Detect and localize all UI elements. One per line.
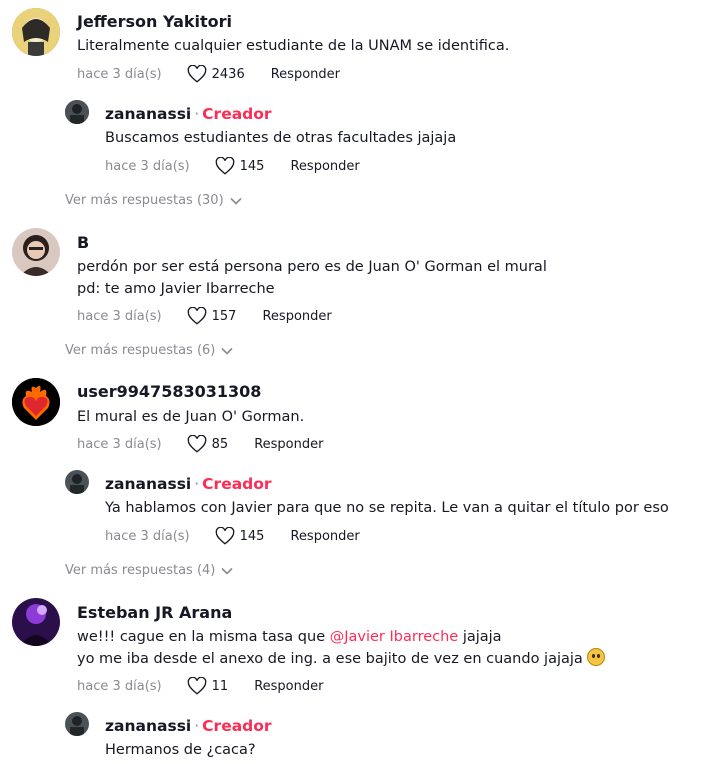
comment-text: El mural es de Juan O' Gorman.: [77, 409, 305, 425]
like-button[interactable]: 85: [187, 435, 229, 453]
like-button[interactable]: 11: [187, 677, 229, 695]
reply-button[interactable]: Responder: [290, 159, 359, 174]
comment-text-line-2: yo me iba desde el anexo de ing. a ese b…: [77, 648, 605, 670]
comment-meta: hace 3 día(s) 85 Responder: [77, 435, 323, 453]
reply-username-text[interactable]: zananassi: [105, 717, 191, 735]
heart-icon: [215, 527, 234, 545]
view-more-replies-label[interactable]: Ver más respuestas (6): [65, 343, 215, 358]
comment-username[interactable]: Jefferson Yakitori: [77, 12, 232, 31]
creator-avatar[interactable]: [65, 470, 89, 494]
comment-username[interactable]: Esteban JR Arana: [77, 603, 232, 622]
separator: ·: [194, 105, 200, 123]
user-avatar[interactable]: [12, 378, 60, 426]
comment-meta: hace 3 día(s) 157 Responder: [77, 307, 332, 325]
comment-text: perdón por ser está persona pero es de J…: [77, 259, 547, 275]
user-avatar[interactable]: [12, 228, 60, 276]
reply-time: hace 3 día(s): [105, 528, 190, 544]
comment-time: hace 3 día(s): [77, 66, 162, 82]
reply-button[interactable]: Responder: [290, 529, 359, 544]
reply-button[interactable]: Responder: [271, 67, 340, 82]
comment-meta: hace 3 día(s) 2436 Responder: [77, 65, 340, 83]
user-avatar[interactable]: [12, 598, 60, 646]
reply-meta: hace 3 día(s) 145 Responder: [105, 527, 360, 545]
heart-icon: [187, 65, 206, 83]
comment-username[interactable]: user9947583031308: [77, 382, 261, 401]
reply-username[interactable]: zananassi · Creador: [105, 105, 272, 123]
like-count: 2436: [211, 66, 245, 82]
creator-avatar-image: [65, 470, 89, 494]
reply-username-text[interactable]: zananassi: [105, 475, 191, 493]
chevron-down-icon: [230, 197, 242, 205]
user-mention[interactable]: @Javier Ibarreche: [330, 629, 458, 645]
chevron-down-icon: [221, 567, 233, 575]
reply-text: Ya hablamos con Javier para que no se re…: [105, 500, 669, 516]
comment-time: hace 3 día(s): [77, 436, 162, 452]
emoji-icon: [586, 648, 605, 666]
reply-text: Hermanos de ¿caca?: [105, 742, 256, 758]
reply-time: hace 3 día(s): [105, 158, 190, 174]
comment-text-part: we!!! cague en la misma tasa que: [77, 629, 330, 645]
like-count: 145: [239, 528, 265, 544]
creator-avatar[interactable]: [65, 100, 89, 124]
user-avatar[interactable]: [12, 8, 60, 56]
creator-avatar[interactable]: [65, 712, 89, 736]
reply-button[interactable]: Responder: [262, 309, 331, 324]
like-count: 157: [211, 308, 237, 324]
creator-avatar-image: [65, 100, 89, 124]
view-more-replies[interactable]: Ver más respuestas (30): [65, 193, 242, 208]
heart-icon: [187, 677, 206, 695]
comment-text-part: yo me iba desde el anexo de ing. a ese b…: [77, 651, 583, 667]
creator-badge: Creador: [202, 475, 272, 493]
like-count: 145: [239, 158, 265, 174]
reply-button[interactable]: Responder: [254, 437, 323, 452]
like-button[interactable]: 157: [187, 307, 237, 325]
comment-time: hace 3 día(s): [77, 308, 162, 324]
like-count: 85: [211, 436, 229, 452]
reply-text: Buscamos estudiantes de otras facultades…: [105, 130, 457, 146]
view-more-replies[interactable]: Ver más respuestas (6): [65, 343, 233, 358]
anime-avatar-image: [12, 8, 60, 56]
fire-heart-avatar-image: [12, 378, 60, 426]
comment-text-part: jajaja: [458, 629, 502, 645]
separator: ·: [194, 475, 200, 493]
reply-username[interactable]: zananassi · Creador: [105, 475, 272, 493]
comment-meta: hace 3 día(s) 11 Responder: [77, 677, 323, 695]
creator-badge: Creador: [202, 717, 272, 735]
comment-text-line-2: pd: te amo Javier Ibarreche: [77, 281, 275, 297]
comment-time: hace 3 día(s): [77, 678, 162, 694]
comment-text: we!!! cague en la misma tasa que @Javier…: [77, 626, 502, 648]
view-more-replies-label[interactable]: Ver más respuestas (30): [65, 193, 224, 208]
comment-text: Literalmente cualquier estudiante de la …: [77, 38, 510, 54]
view-more-replies-label[interactable]: Ver más respuestas (4): [65, 563, 215, 578]
like-button[interactable]: 145: [215, 527, 265, 545]
view-more-replies[interactable]: Ver más respuestas (4): [65, 563, 233, 578]
reply-meta: hace 3 día(s) 145 Responder: [105, 157, 360, 175]
heart-icon: [187, 435, 206, 453]
like-button[interactable]: 145: [215, 157, 265, 175]
heart-icon: [215, 157, 234, 175]
comment-username[interactable]: B: [77, 233, 89, 252]
chevron-down-icon: [221, 347, 233, 355]
creator-badge: Creador: [202, 105, 272, 123]
reply-username[interactable]: zananassi · Creador: [105, 717, 272, 735]
creator-avatar-image: [65, 712, 89, 736]
user-avatar-image: [12, 228, 60, 276]
separator: ·: [194, 717, 200, 735]
reply-username-text[interactable]: zananassi: [105, 105, 191, 123]
heart-icon: [187, 307, 206, 325]
reply-button[interactable]: Responder: [254, 679, 323, 694]
like-button[interactable]: 2436: [187, 65, 245, 83]
like-count: 11: [211, 678, 229, 694]
user-avatar-image: [12, 598, 60, 646]
